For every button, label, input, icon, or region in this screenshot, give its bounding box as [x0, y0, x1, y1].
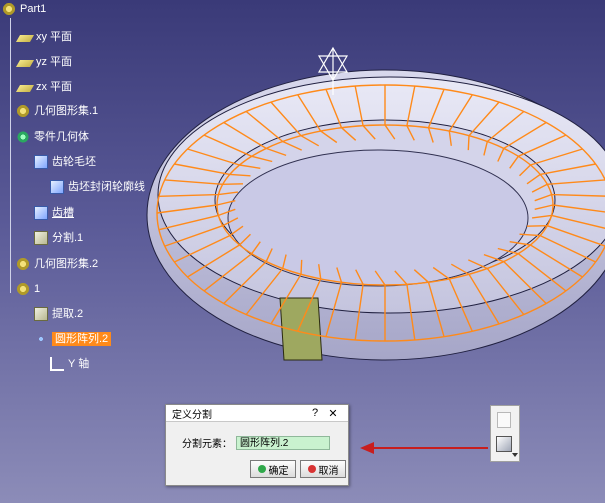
- tree-item-label: yz 平面: [36, 56, 73, 68]
- cancel-icon: [307, 465, 316, 473]
- geometric-set-icon: [16, 257, 30, 271]
- geometric-set-icon: [16, 282, 30, 296]
- tree-item-geometric-set-1[interactable]: 几何图形集.1: [16, 104, 98, 118]
- cancel-button[interactable]: 取消: [300, 460, 346, 478]
- split-icon: [34, 231, 48, 245]
- toolbar-expand-arrow[interactable]: [512, 453, 518, 457]
- extract-icon: [34, 307, 48, 321]
- specification-tree[interactable]: Part1 xy 平面 yz 平面 zx 平面 几何图形集.1 零件几何体 齿轮…: [0, 0, 180, 380]
- 3d-viewport[interactable]: Part1 xy 平面 yz 平面 zx 平面 几何图形集.1 零件几何体 齿轮…: [0, 0, 605, 503]
- tree-item-label-selected: 圆形阵列.2: [52, 332, 112, 346]
- tree-item-label: zx 平面: [36, 81, 73, 93]
- tree-item-label: 齿轮毛坯: [52, 156, 96, 168]
- axis-icon: [50, 357, 64, 371]
- ring-inner-floor: [227, 149, 529, 287]
- tree-item-geometric-set-2[interactable]: 几何图形集.2: [16, 257, 98, 271]
- red-arrow: [360, 442, 488, 454]
- plane-icon: [15, 60, 35, 67]
- tree-item-label: 分割.1: [52, 232, 84, 244]
- help-button[interactable]: ?: [306, 407, 324, 419]
- part-icon: [2, 2, 16, 16]
- cancel-button-label: 取消: [318, 465, 339, 477]
- dialog-title: 定义分割: [172, 409, 212, 421]
- ok-button-label: 确定: [268, 465, 289, 477]
- sketch-icon: [50, 180, 64, 194]
- dialog-titlebar[interactable]: 定义分割 ? ✕: [166, 405, 348, 422]
- split-tool-icon[interactable]: [496, 436, 512, 452]
- body-icon: [16, 130, 30, 144]
- tree-item-y-axis[interactable]: Y 轴: [50, 357, 89, 371]
- define-split-dialog[interactable]: 定义分割 ? ✕ 分割元素： 圆形阵列.2 确定 取消: [165, 404, 349, 486]
- tree-item-closed-profile[interactable]: 齿坯封闭轮廓线: [50, 180, 145, 194]
- tree-item-tooth-slot[interactable]: 齿槽: [34, 206, 74, 220]
- ok-button[interactable]: 确定: [250, 460, 296, 478]
- dialog-buttons: 确定 取消: [250, 460, 346, 478]
- tree-item-zx-plane[interactable]: zx 平面: [15, 80, 73, 94]
- plane-icon: [15, 85, 35, 92]
- tree-item-split-1[interactable]: 分割.1: [34, 231, 83, 245]
- tree-line: [10, 18, 11, 293]
- tree-item-label: 1: [34, 283, 41, 295]
- geometric-set-icon: [16, 104, 30, 118]
- tree-item-yz-plane[interactable]: yz 平面: [15, 55, 73, 69]
- tree-item-circular-pattern-2[interactable]: 圆形阵列.2: [34, 332, 112, 346]
- tree-item-label: Y 轴: [68, 358, 90, 370]
- tree-root-label: Part1: [20, 3, 47, 15]
- tree-item-label: 齿槽: [52, 207, 74, 219]
- tree-item-gear-blank[interactable]: 齿轮毛坯: [34, 155, 96, 169]
- ok-icon: [257, 465, 266, 473]
- pocket-icon: [34, 206, 48, 220]
- tree-item-label: 提取.2: [52, 308, 84, 320]
- split-element-row: 分割元素： 圆形阵列.2: [174, 435, 330, 450]
- split-element-label: 分割元素：: [182, 439, 232, 450]
- tree-item-label: xy 平面: [36, 31, 73, 43]
- pad-icon: [34, 155, 48, 169]
- tree-item-label: 零件几何体: [34, 131, 89, 143]
- tree-item-label: 几何图形集.2: [34, 258, 99, 270]
- tree-item-label: 齿坯封闭轮廓线: [68, 181, 145, 193]
- tree-item-xy-plane[interactable]: xy 平面: [15, 30, 73, 44]
- tree-root[interactable]: Part1: [2, 2, 46, 16]
- split-element-field[interactable]: 圆形阵列.2: [236, 435, 330, 450]
- plane-icon: [15, 35, 35, 42]
- close-button[interactable]: ✕: [324, 407, 342, 420]
- tree-item-part-body[interactable]: 零件几何体: [16, 130, 89, 144]
- tree-item-1[interactable]: 1: [16, 282, 40, 296]
- circular-pattern-icon: [34, 332, 48, 346]
- split-toolbar: [490, 405, 520, 462]
- tree-item-extract-2[interactable]: 提取.2: [34, 307, 83, 321]
- tree-item-label: 几何图形集.1: [34, 105, 99, 117]
- toolbar-blank-button[interactable]: [497, 412, 511, 428]
